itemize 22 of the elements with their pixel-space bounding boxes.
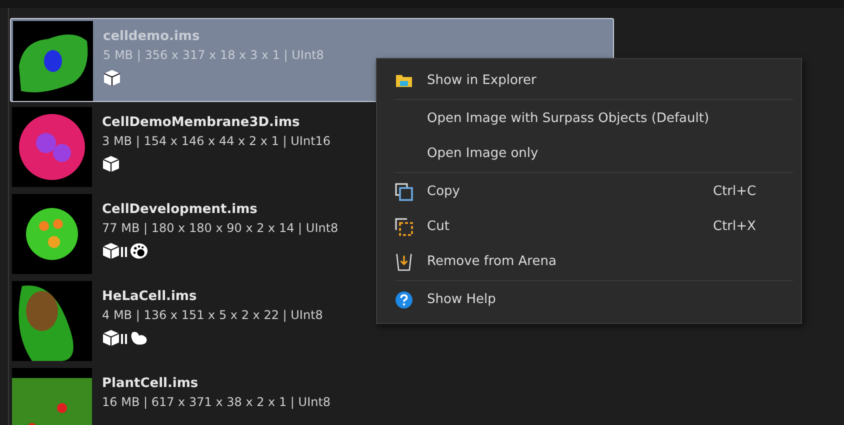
shortcut-text: Ctrl+C <box>713 184 758 199</box>
help-icon <box>395 290 413 308</box>
file-name: HeLaCell.ims <box>102 289 198 304</box>
file-name: CellDemoMembrane3D.ims <box>102 115 301 130</box>
cube-icon <box>103 69 121 87</box>
file-info: 3 MB | 154 x 146 x 44 x 2 x 1 | UInt16 <box>102 134 331 148</box>
file-info: 5 MB | 356 x 317 x 18 x 3 x 1 | UInt8 <box>103 48 324 62</box>
spots-icon <box>130 242 148 260</box>
file-name: PlantCell.ims <box>102 376 200 391</box>
cut-icon <box>395 218 413 236</box>
bin-arrow-icon <box>395 252 413 270</box>
file-info: 16 MB | 617 x 371 x 38 x 2 x 1 | UInt8 <box>102 395 331 409</box>
file-info: 77 MB | 180 x 180 x 90 x 2 x 14 | UInt8 <box>102 221 338 235</box>
file-info: 4 MB | 136 x 151 x 5 x 2 x 22 | UInt8 <box>102 308 323 322</box>
cube-stack-icon <box>102 242 128 260</box>
cube-icon <box>102 155 120 173</box>
shortcut-text: Ctrl+X <box>713 219 757 234</box>
cell-blob-icon <box>130 329 148 347</box>
file-name: celldemo.ims <box>103 29 201 44</box>
copy-icon <box>395 182 413 200</box>
cube-stack-icon <box>102 329 128 347</box>
file-name: CellDevelopment.ims <box>102 202 258 217</box>
